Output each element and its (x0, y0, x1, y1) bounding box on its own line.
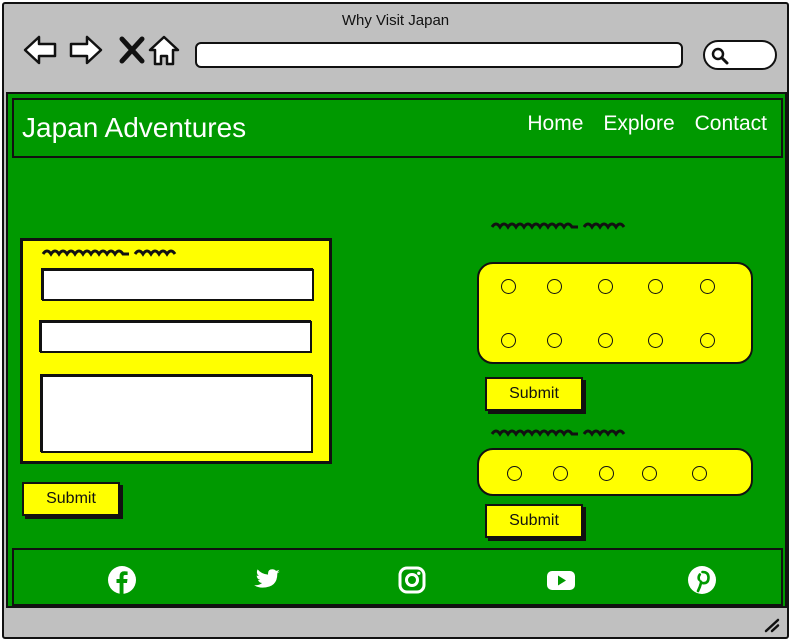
radio-option[interactable] (553, 466, 568, 481)
radio-option[interactable] (507, 466, 522, 481)
survey-a-submit-button[interactable]: Submit (485, 377, 583, 411)
nav-home[interactable]: Home (527, 112, 583, 136)
browser-window: Why Visit Japan Japan Adventures Home Ex… (2, 2, 789, 639)
site-title: Japan Adventures (22, 112, 247, 143)
survey-b-submit-button[interactable]: Submit (485, 504, 583, 538)
contact-form-panel (20, 238, 332, 464)
nav-contact[interactable]: Contact (695, 112, 767, 136)
name-field[interactable] (42, 269, 314, 301)
youtube-icon[interactable] (546, 565, 576, 595)
radio-option[interactable] (598, 279, 613, 294)
survey-a-heading-placeholder (490, 222, 626, 230)
radio-option[interactable] (547, 279, 562, 294)
address-bar[interactable] (195, 42, 683, 68)
survey-a-options (477, 262, 753, 364)
message-textarea[interactable] (41, 375, 313, 453)
radio-option[interactable] (501, 279, 516, 294)
radio-option[interactable] (692, 466, 707, 481)
radio-option[interactable] (700, 333, 715, 348)
home-icon[interactable] (146, 32, 182, 68)
form-heading-placeholder (41, 249, 177, 257)
forward-arrow-icon[interactable] (68, 32, 104, 68)
radio-option[interactable] (648, 333, 663, 348)
survey-b-options (477, 448, 753, 496)
resize-handle-icon[interactable] (763, 617, 781, 633)
radio-option[interactable] (648, 279, 663, 294)
contact-submit-button[interactable]: Submit (22, 482, 120, 516)
radio-option[interactable] (700, 279, 715, 294)
twitter-icon[interactable] (252, 565, 282, 595)
instagram-icon[interactable] (397, 565, 427, 595)
browser-search-box[interactable] (703, 40, 777, 70)
radio-option[interactable] (599, 466, 614, 481)
stop-icon[interactable] (114, 32, 150, 68)
pinterest-icon[interactable] (687, 565, 717, 595)
site-footer (12, 548, 783, 606)
search-icon (711, 47, 729, 65)
site-header: Japan Adventures Home Explore Contact (12, 98, 783, 158)
survey-b-heading-placeholder (490, 429, 626, 437)
radio-option[interactable] (598, 333, 613, 348)
radio-option[interactable] (547, 333, 562, 348)
facebook-icon[interactable] (107, 565, 137, 595)
radio-option[interactable] (501, 333, 516, 348)
email-field[interactable] (40, 321, 312, 353)
back-arrow-icon[interactable] (22, 32, 58, 68)
window-title: Why Visit Japan (341, 12, 450, 29)
nav-explore[interactable]: Explore (603, 112, 674, 136)
radio-option[interactable] (642, 466, 657, 481)
main-nav: Home Explore Contact (527, 112, 767, 136)
page-content: Japan Adventures Home Explore Contact Su… (6, 92, 787, 608)
